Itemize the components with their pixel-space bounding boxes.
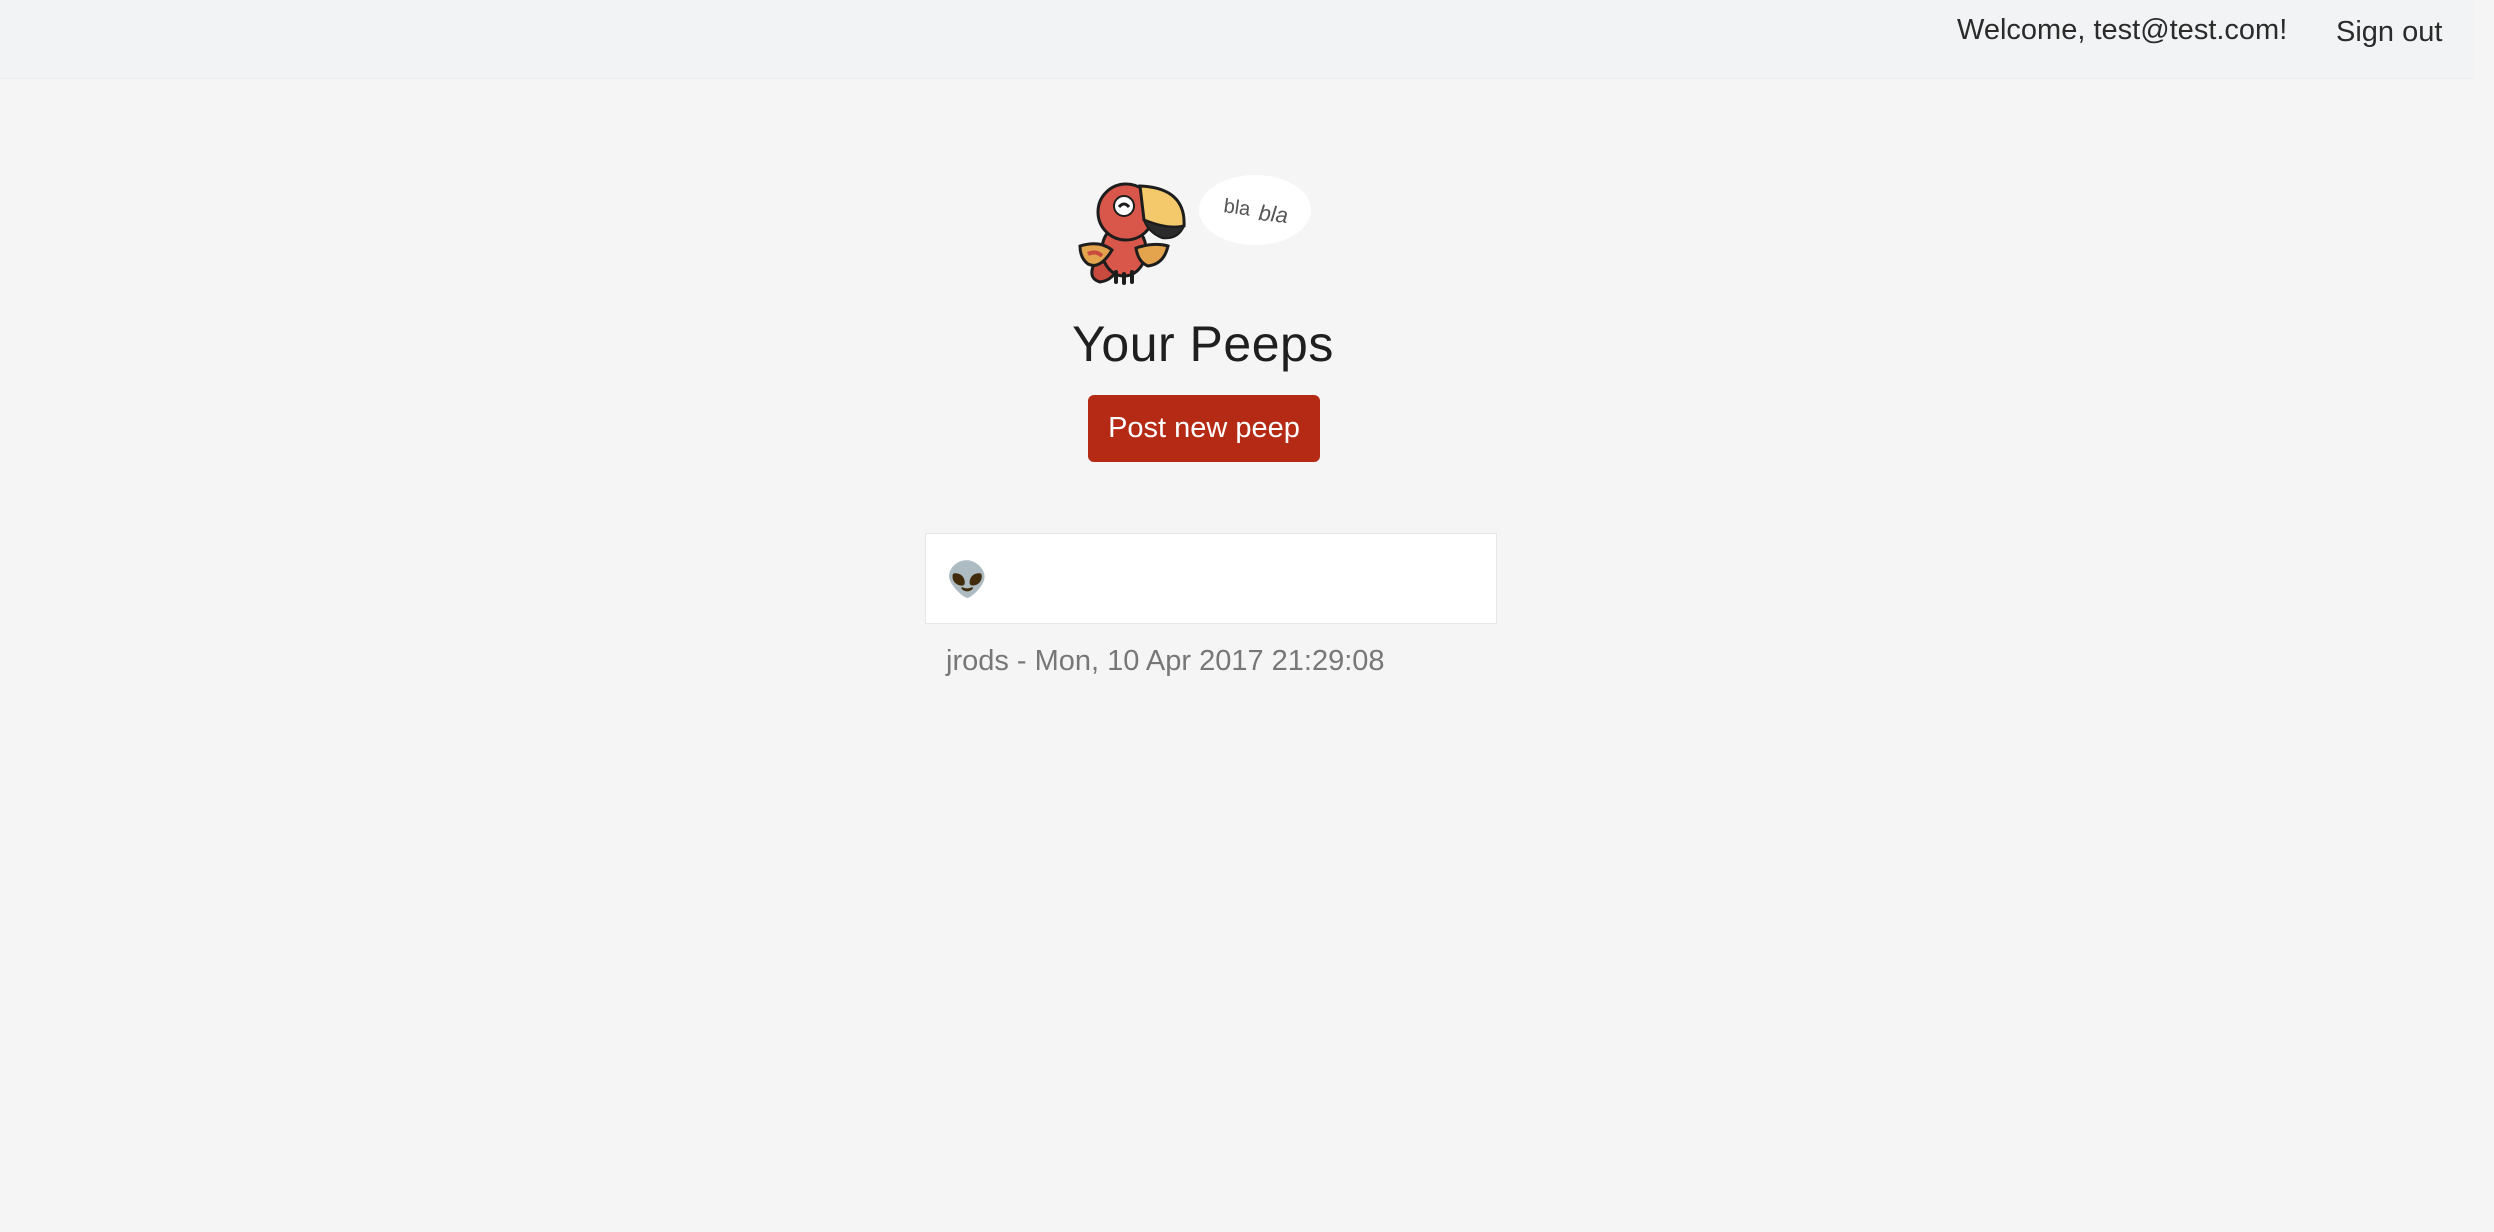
post-new-peep-button[interactable]: Post new peep (1088, 395, 1320, 462)
bubble-text-2: bla (1257, 200, 1289, 228)
parrot-mascot-icon: bla bla (1078, 175, 1311, 285)
peep-author: jrods (946, 645, 1009, 677)
peep-body: 👽 (946, 561, 989, 599)
welcome-message: Welcome, test@test.com! (1957, 14, 2288, 46)
top-navbar: Welcome, test@test.com! Sign out (0, 0, 2474, 79)
peep-meta: jrods - Mon, 10 Apr 2017 21:29:08 (946, 645, 1385, 678)
speech-bubble (1199, 175, 1311, 245)
peep-card: 👽 (925, 533, 1497, 624)
sign-out-link[interactable]: Sign out (2336, 16, 2442, 49)
peep-timestamp: Mon, 10 Apr 2017 21:29:08 (1034, 645, 1385, 677)
parrot-logo: bla bla (1078, 170, 1318, 288)
peep-meta-separator: - (1008, 645, 1035, 677)
page-title: Your Peeps (1072, 316, 1334, 372)
bubble-text-1: bla (1222, 195, 1252, 221)
